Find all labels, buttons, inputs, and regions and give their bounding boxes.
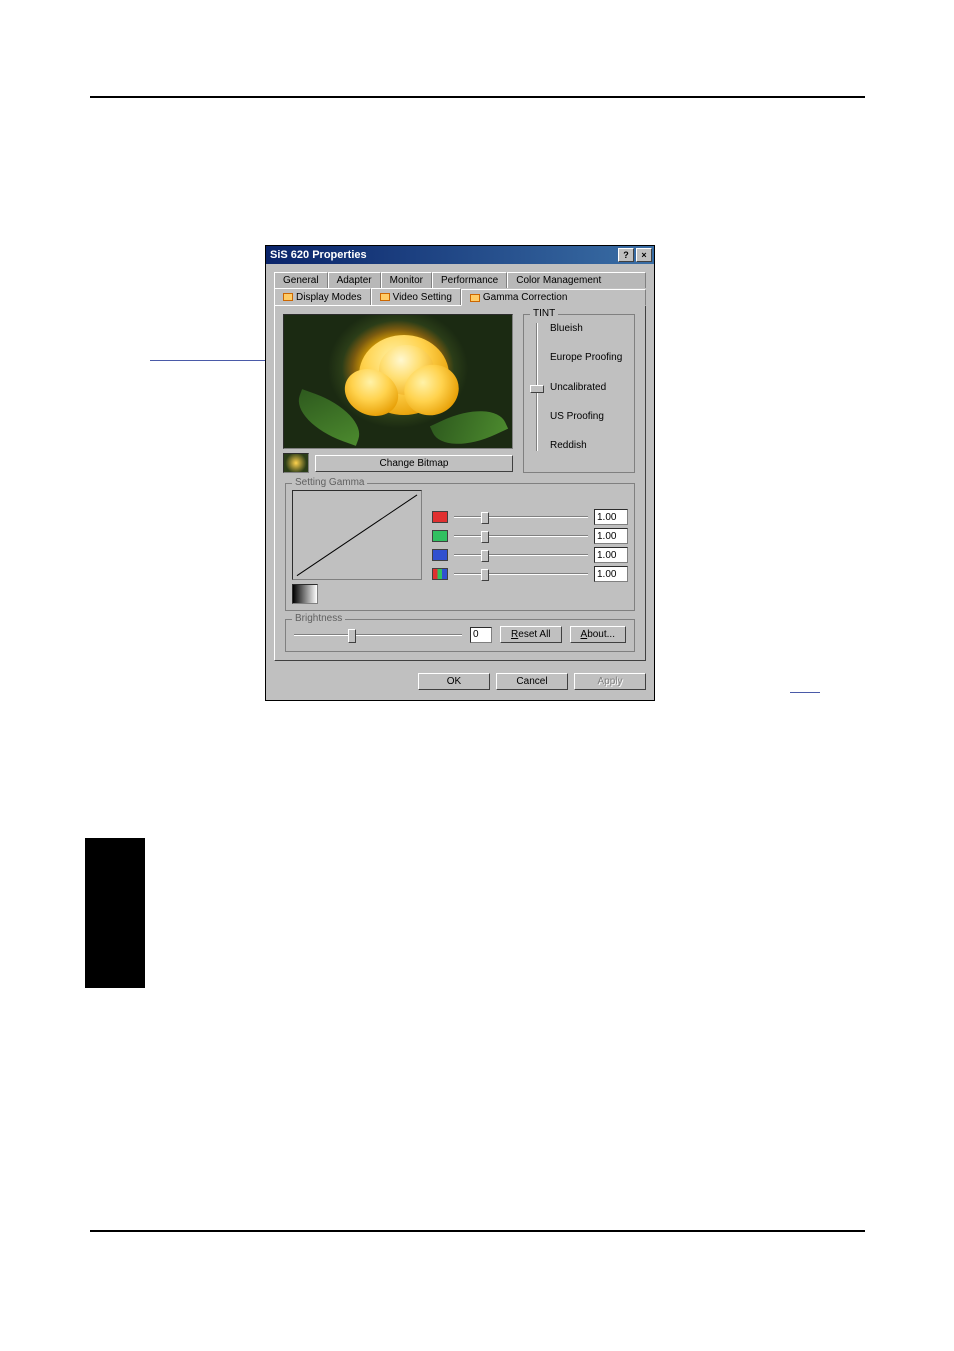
tab-monitor[interactable]: Monitor bbox=[381, 272, 432, 288]
tab-display-modes[interactable]: Display Modes bbox=[274, 288, 371, 305]
gamma-all-thumb[interactable] bbox=[481, 569, 489, 581]
rgb-swatch-icon bbox=[432, 568, 448, 580]
tab-performance[interactable]: Performance bbox=[432, 272, 507, 288]
gamma-green-thumb[interactable] bbox=[481, 531, 489, 543]
callout-line-left bbox=[150, 360, 280, 362]
brightness-slider[interactable] bbox=[294, 627, 462, 643]
cancel-button[interactable]: Cancel bbox=[496, 673, 568, 690]
change-bitmap-button[interactable]: Change Bitmap bbox=[315, 455, 513, 472]
ok-button[interactable]: OK bbox=[418, 673, 490, 690]
brightness-input[interactable] bbox=[470, 627, 492, 643]
green-swatch-icon bbox=[432, 530, 448, 542]
gamma-correction-panel: Change Bitmap TINT Blueish Europe Proofi… bbox=[274, 305, 646, 661]
bitmap-preview-image bbox=[283, 314, 513, 449]
red-swatch-icon bbox=[432, 511, 448, 523]
tint-group: TINT Blueish Europe Proofing Uncalibrate… bbox=[523, 314, 635, 473]
gamma-green-slider[interactable] bbox=[454, 529, 588, 543]
doc-side-tab bbox=[85, 838, 145, 988]
properties-dialog: SiS 620 Properties ? × General Adapter M… bbox=[265, 245, 655, 701]
page-divider-top bbox=[90, 96, 865, 98]
brightness-group: Brightness Reset All About... bbox=[285, 619, 635, 652]
tint-label-reddish: Reddish bbox=[550, 440, 622, 451]
help-icon[interactable]: ? bbox=[618, 248, 634, 262]
gamma-correction-icon bbox=[470, 294, 480, 302]
brightness-label: Brightness bbox=[292, 613, 345, 624]
gamma-green-input[interactable] bbox=[594, 528, 628, 544]
setting-gamma-group: Setting Gamma bbox=[285, 483, 635, 611]
gamma-curve-preview bbox=[292, 490, 422, 580]
bitmap-thumbnail bbox=[283, 453, 309, 473]
tab-video-setting[interactable]: Video Setting bbox=[371, 288, 461, 305]
gamma-blue-input[interactable] bbox=[594, 547, 628, 563]
tint-slider[interactable] bbox=[530, 323, 544, 451]
gamma-red-slider[interactable] bbox=[454, 510, 588, 524]
gamma-all-input[interactable] bbox=[594, 566, 628, 582]
tab-gamma-correction[interactable]: Gamma Correction bbox=[461, 289, 646, 306]
tint-group-label: TINT bbox=[530, 308, 558, 319]
gamma-red-thumb[interactable] bbox=[481, 512, 489, 524]
window-titlebar: SiS 620 Properties ? × bbox=[266, 246, 654, 264]
gamma-red-input[interactable] bbox=[594, 509, 628, 525]
blue-swatch-icon bbox=[432, 549, 448, 561]
page-divider-bottom bbox=[90, 1230, 865, 1232]
tab-color-management[interactable]: Color Management bbox=[507, 272, 646, 288]
reset-all-button[interactable]: Reset All bbox=[500, 626, 561, 643]
brightness-thumb[interactable] bbox=[348, 629, 356, 643]
tab-general[interactable]: General bbox=[274, 272, 328, 288]
video-setting-icon bbox=[380, 293, 390, 301]
gamma-blue-thumb[interactable] bbox=[481, 550, 489, 562]
gamma-gradient-preview bbox=[292, 584, 318, 604]
callout-line-tint bbox=[790, 692, 820, 694]
close-icon[interactable]: × bbox=[636, 248, 652, 262]
tint-slider-thumb[interactable] bbox=[530, 385, 544, 393]
tint-label-us: US Proofing bbox=[550, 411, 622, 422]
gamma-all-slider[interactable] bbox=[454, 567, 588, 581]
tint-label-uncalibrated: Uncalibrated bbox=[550, 382, 622, 393]
apply-button[interactable]: Apply bbox=[574, 673, 646, 690]
tint-label-europe: Europe Proofing bbox=[550, 352, 622, 363]
window-title: SiS 620 Properties bbox=[270, 249, 616, 261]
gamma-blue-slider[interactable] bbox=[454, 548, 588, 562]
display-modes-icon bbox=[283, 293, 293, 301]
tab-adapter[interactable]: Adapter bbox=[328, 272, 381, 288]
setting-gamma-label: Setting Gamma bbox=[292, 477, 367, 488]
about-button[interactable]: About... bbox=[570, 626, 626, 643]
tint-label-blueish: Blueish bbox=[550, 323, 622, 334]
